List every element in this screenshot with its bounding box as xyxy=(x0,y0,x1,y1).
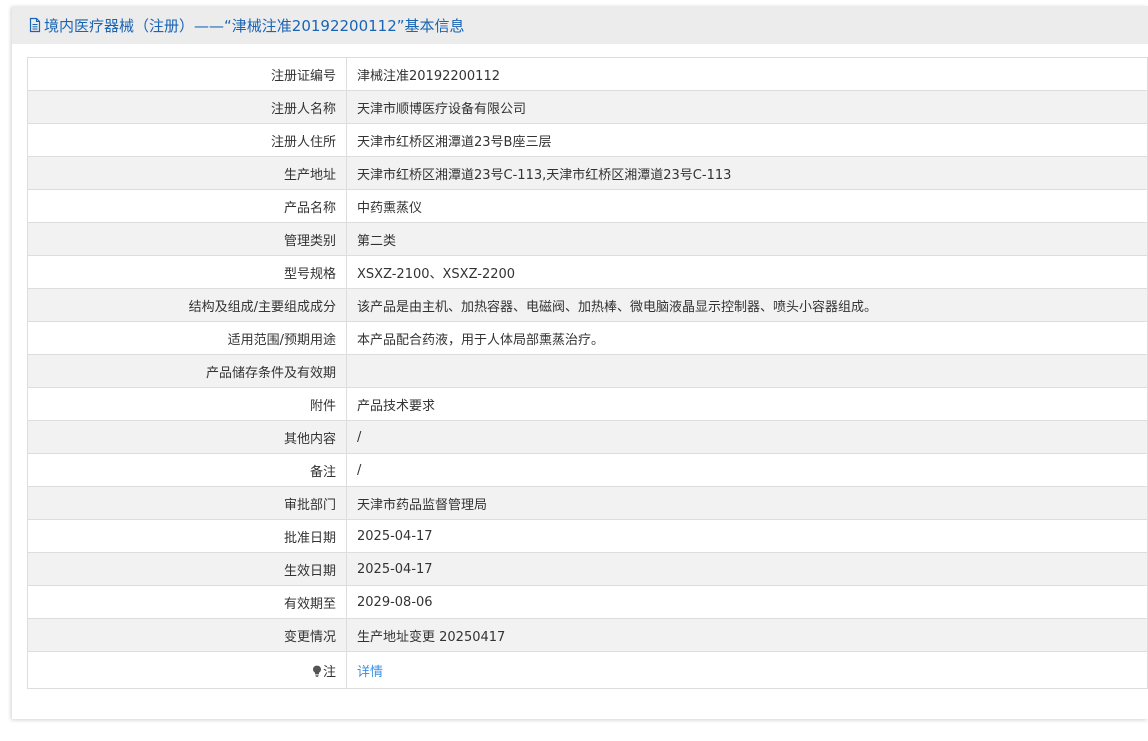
table-row: 注册证编号 津械注准20192200112 xyxy=(27,57,1148,91)
table-row: 型号规格 XSXZ-2100、XSXZ-2200 xyxy=(27,255,1148,289)
page-title: 境内医疗器械（注册）——“津械注准20192200112”基本信息 xyxy=(44,16,465,35)
row-label: 附件 xyxy=(27,387,347,421)
row-label: 型号规格 xyxy=(27,255,347,289)
row-value: 生产地址变更 20250417 xyxy=(346,618,1148,652)
row-value: 中药熏蒸仪 xyxy=(346,189,1148,223)
row-label: 批准日期 xyxy=(27,519,347,553)
table-row: 附件 产品技术要求 xyxy=(27,387,1148,421)
table-row: 有效期至 2029-08-06 xyxy=(27,585,1148,619)
table-row: 备注 / xyxy=(27,453,1148,487)
table-row: 其他内容 / xyxy=(27,420,1148,454)
row-label: 其他内容 xyxy=(27,420,347,454)
table-row: 批准日期 2025-04-17 xyxy=(27,519,1148,553)
row-value: / xyxy=(346,420,1148,454)
panel-header: 境内医疗器械（注册）——“津械注准20192200112”基本信息 xyxy=(12,6,1148,44)
row-value: 2025-04-17 xyxy=(346,519,1148,553)
row-value: 该产品是由主机、加热容器、电磁阀、加热棒、微电脑液晶显示控制器、喷头小容器组成。 xyxy=(346,288,1148,322)
row-value xyxy=(346,354,1148,388)
row-value: XSXZ-2100、XSXZ-2200 xyxy=(346,255,1148,289)
row-label: 有效期至 xyxy=(27,585,347,619)
table-row: 管理类别 第二类 xyxy=(27,222,1148,256)
details-link[interactable]: 详情 xyxy=(357,665,383,680)
table-row: 产品名称 中药熏蒸仪 xyxy=(27,189,1148,223)
row-value: 第二类 xyxy=(346,222,1148,256)
row-label: 注册人名称 xyxy=(27,90,347,124)
table-row: 注册人住所 天津市红桥区湘潭道23号B座三层 xyxy=(27,123,1148,157)
row-label: 注册人住所 xyxy=(27,123,347,157)
row-label: 产品名称 xyxy=(27,189,347,223)
row-label: 审批部门 xyxy=(27,486,347,520)
row-label: 生产地址 xyxy=(27,156,347,190)
row-value: 产品技术要求 xyxy=(346,387,1148,421)
row-label: 产品储存条件及有效期 xyxy=(27,354,347,388)
row-value: 天津市顺博医疗设备有限公司 xyxy=(346,90,1148,124)
row-label: 管理类别 xyxy=(27,222,347,256)
row-value: 天津市药品监督管理局 xyxy=(346,486,1148,520)
row-label: 变更情况 xyxy=(27,618,347,652)
row-value: 2025-04-17 xyxy=(346,552,1148,586)
document-icon xyxy=(29,17,41,33)
info-panel: 境内医疗器械（注册）——“津械注准20192200112”基本信息 注册证编号 … xyxy=(12,6,1148,719)
info-table-body: 注册证编号 津械注准20192200112 注册人名称 天津市顺博医疗设备有限公… xyxy=(27,57,1148,689)
table-row: 产品储存条件及有效期 xyxy=(27,354,1148,388)
table-row: 审批部门 天津市药品监督管理局 xyxy=(27,486,1148,520)
row-label: 备注 xyxy=(27,453,347,487)
note-row: 注 详情 xyxy=(27,651,1148,689)
row-value: 天津市红桥区湘潭道23号C-113,天津市红桥区湘潭道23号C-113 xyxy=(346,156,1148,190)
table-row: 结构及组成/主要组成成分 该产品是由主机、加热容器、电磁阀、加热棒、微电脑液晶显… xyxy=(27,288,1148,322)
info-table: 注册证编号 津械注准20192200112 注册人名称 天津市顺博医疗设备有限公… xyxy=(27,57,1148,689)
row-label: 生效日期 xyxy=(27,552,347,586)
row-value: / xyxy=(346,453,1148,487)
row-value: 2029-08-06 xyxy=(346,585,1148,619)
note-label-cell: 注 xyxy=(27,651,347,689)
row-value: 天津市红桥区湘潭道23号B座三层 xyxy=(346,123,1148,157)
row-value: 本产品配合药液，用于人体局部熏蒸治疗。 xyxy=(346,321,1148,355)
table-row: 注册人名称 天津市顺博医疗设备有限公司 xyxy=(27,90,1148,124)
table-row: 变更情况 生产地址变更 20250417 xyxy=(27,618,1148,652)
table-row: 生效日期 2025-04-17 xyxy=(27,552,1148,586)
table-row: 适用范围/预期用途 本产品配合药液，用于人体局部熏蒸治疗。 xyxy=(27,321,1148,355)
row-value: 津械注准20192200112 xyxy=(346,57,1148,91)
lightbulb-icon xyxy=(312,665,321,677)
note-label: 注 xyxy=(322,664,336,680)
row-label: 结构及组成/主要组成成分 xyxy=(27,288,347,322)
row-label: 适用范围/预期用途 xyxy=(27,321,347,355)
note-value-cell: 详情 xyxy=(346,651,1148,689)
table-row: 生产地址 天津市红桥区湘潭道23号C-113,天津市红桥区湘潭道23号C-113 xyxy=(27,156,1148,190)
row-label: 注册证编号 xyxy=(27,57,347,91)
